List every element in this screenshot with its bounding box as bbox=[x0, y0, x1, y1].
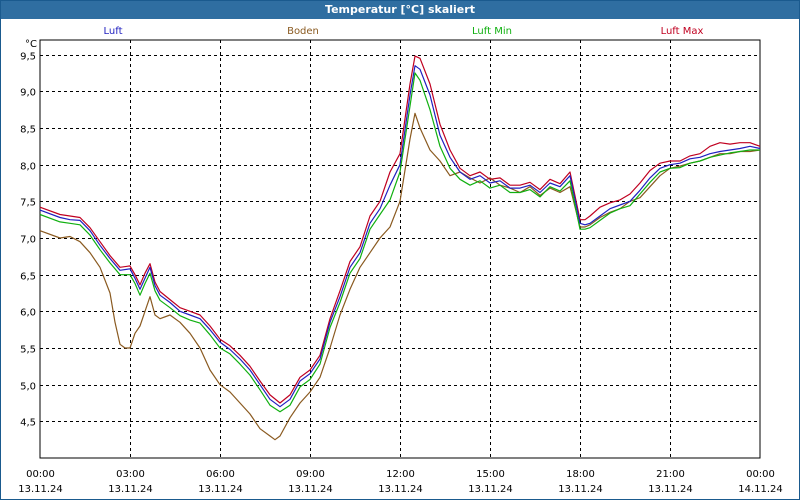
x-tick-time-label: 06:00 bbox=[206, 469, 235, 480]
x-tick-date-label: 14.11.24 bbox=[738, 484, 783, 495]
legend-entry-luft-max: Luft Max bbox=[661, 26, 704, 37]
y-tick-label: 6,5 bbox=[20, 272, 36, 283]
y-tick-label: 5,5 bbox=[20, 345, 36, 356]
x-tick-date-label: 13.11.24 bbox=[198, 484, 243, 495]
y-tick-label: 8,5 bbox=[20, 125, 36, 136]
x-tick-date-label: 13.11.24 bbox=[288, 484, 333, 495]
legend-entry-luft: Luft bbox=[104, 26, 123, 37]
x-tick-time-label: 18:00 bbox=[566, 469, 595, 480]
x-tick-time-label: 00:00 bbox=[26, 469, 55, 480]
x-tick-time-label: 09:00 bbox=[296, 469, 325, 480]
x-tick-date-label: 13.11.24 bbox=[558, 484, 603, 495]
legend-entry-boden: Boden bbox=[287, 26, 319, 37]
y-tick-label: 5,0 bbox=[20, 382, 36, 393]
x-tick-time-label: 12:00 bbox=[386, 469, 415, 480]
x-tick-date-label: 13.11.24 bbox=[468, 484, 513, 495]
y-tick-label: 9,0 bbox=[20, 88, 36, 99]
x-tick-time-label: 21:00 bbox=[656, 469, 685, 480]
y-tick-label: 7,0 bbox=[20, 235, 36, 246]
x-tick-date-label: 13.11.24 bbox=[378, 484, 423, 495]
x-tick-date-label: 13.11.24 bbox=[648, 484, 693, 495]
y-tick-label: 4,5 bbox=[20, 418, 36, 429]
x-tick-date-label: 13.11.24 bbox=[18, 484, 63, 495]
series-line-luft bbox=[39, 65, 761, 408]
legend-entry-luft-min: Luft Min bbox=[472, 26, 512, 37]
y-tick-label: 7,5 bbox=[20, 198, 36, 209]
x-tick-date-label: 13.11.24 bbox=[108, 484, 153, 495]
x-tick-time-label: 15:00 bbox=[476, 469, 505, 480]
temperature-chart: 4,5 5,0 5,5 6,0 6,5 7,0 7,5 8,0 8,5 9,0 9,5 °C 00:00… bbox=[18, 26, 783, 495]
x-tick-time-label: 03:00 bbox=[116, 469, 145, 480]
y-tick-label: 6,0 bbox=[20, 308, 36, 319]
y-axis-label: °C bbox=[25, 39, 37, 50]
y-tick-label: 8,0 bbox=[20, 162, 36, 173]
y-tick-label: 9,5 bbox=[20, 52, 36, 63]
x-tick-time-label: 00:00 bbox=[746, 469, 775, 480]
